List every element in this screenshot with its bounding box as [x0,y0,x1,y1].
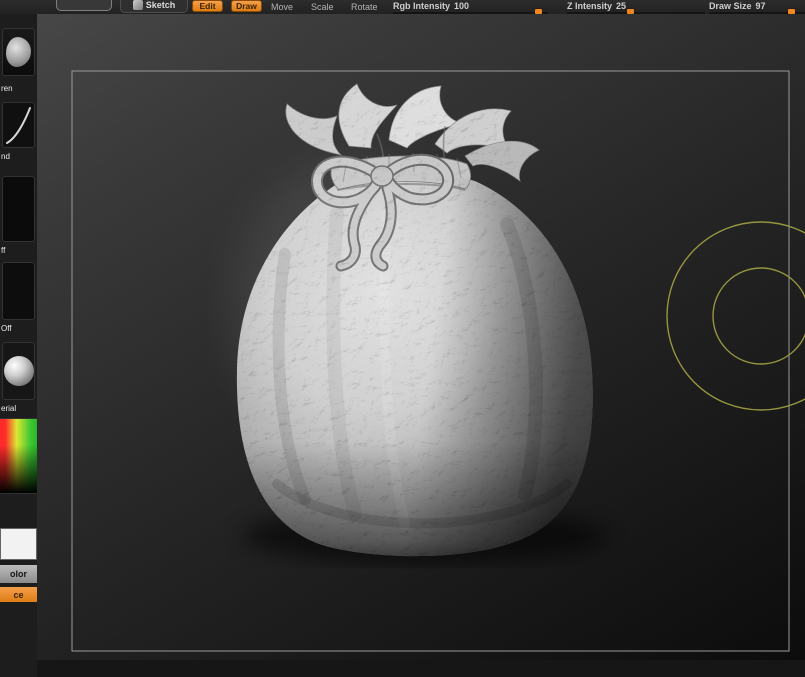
material-label: erial [1,404,17,413]
slider-handle[interactable] [535,9,542,14]
sketch-icon [132,0,143,10]
draw-size-value: 97 [755,1,766,11]
z-intensity-slider[interactable]: Z Intensity 25 [567,0,705,14]
top-shelf: Sketch Edit Draw Move Scale Rotate Rgb I… [0,0,805,14]
stroke-button[interactable] [2,102,35,148]
alpha-label: ff [1,246,6,255]
stroke-curve-icon [6,107,31,144]
brush-outer-circle [666,221,805,411]
edit-button[interactable]: Edit [192,0,223,12]
document-viewport[interactable] [37,14,805,660]
scale-button[interactable]: Scale [311,2,334,12]
rotate-button[interactable]: Rotate [351,2,378,12]
material-sphere-icon [3,356,34,386]
alpha-button[interactable] [2,176,35,242]
left-tray: ren nd ff Off erial olor ce [0,14,37,677]
draw-size-label: Draw Size [709,1,752,11]
z-intensity-value: 25 [616,1,627,11]
bottom-tray-edge [37,660,805,677]
slider-handle[interactable] [627,9,634,14]
brush-inner-circle [712,267,805,365]
draw-size-slider[interactable]: Draw Size 97 [709,0,805,14]
texture-button[interactable] [2,262,35,320]
sketch-label: Sketch [145,0,176,10]
move-button[interactable]: Move [271,2,293,12]
color-picker[interactable] [0,418,37,494]
stroke-label: nd [1,152,10,161]
z-intensity-label: Z Intensity [567,1,613,11]
texture-label: Off [1,324,12,333]
partial-top-button[interactable] [56,0,112,11]
rgb-intensity-value: 100 [454,1,470,11]
secondary-color-swatch[interactable] [0,528,37,560]
sketch-button[interactable]: Sketch [120,0,188,13]
current-brush-button[interactable] [2,28,35,76]
slider-handle[interactable] [788,9,795,14]
slider-track [567,12,705,14]
brush-thumbnail-icon [6,37,31,67]
bag-highlight [232,159,472,459]
tray-orange-button[interactable]: ce [0,587,37,602]
switch-color-button[interactable]: olor [0,565,37,583]
rgb-intensity-label: Rgb Intensity [393,1,451,11]
viewport-render [71,70,805,652]
brush-size-cursor [666,221,805,411]
draw-button[interactable]: Draw [231,0,262,12]
material-button[interactable] [2,342,35,400]
brush-label: ren [1,84,13,93]
slider-track [393,12,548,14]
rgb-intensity-slider[interactable]: Rgb Intensity 100 [393,0,548,14]
